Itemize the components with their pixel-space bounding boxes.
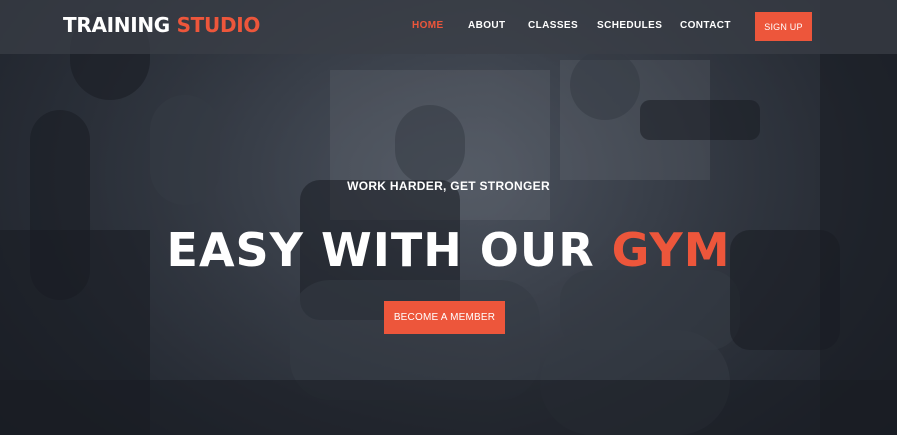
nav-contact[interactable]: CONTACT [680,20,731,31]
hero-subtitle: WORK HARDER, GET STRONGER [347,179,550,193]
nav-classes[interactable]: CLASSES [528,20,578,31]
hero-background [0,0,897,435]
nav-home[interactable]: HOME [412,20,444,31]
hero-overlay [0,0,897,435]
hero-headline: EASY WITH OUR GYM [0,222,897,278]
top-navbar: TRAINING STUDIO HOME ABOUT CLASSES SCHED… [0,0,897,54]
sign-up-button[interactable]: SIGN UP [755,12,812,41]
nav-about[interactable]: ABOUT [468,20,506,31]
become-member-button[interactable]: BECOME A MEMBER [384,301,505,334]
hero-headline-accent: GYM [611,223,731,277]
hero-headline-main: EASY WITH OUR [166,223,595,277]
nav-schedules[interactable]: SCHEDULES [597,20,662,31]
